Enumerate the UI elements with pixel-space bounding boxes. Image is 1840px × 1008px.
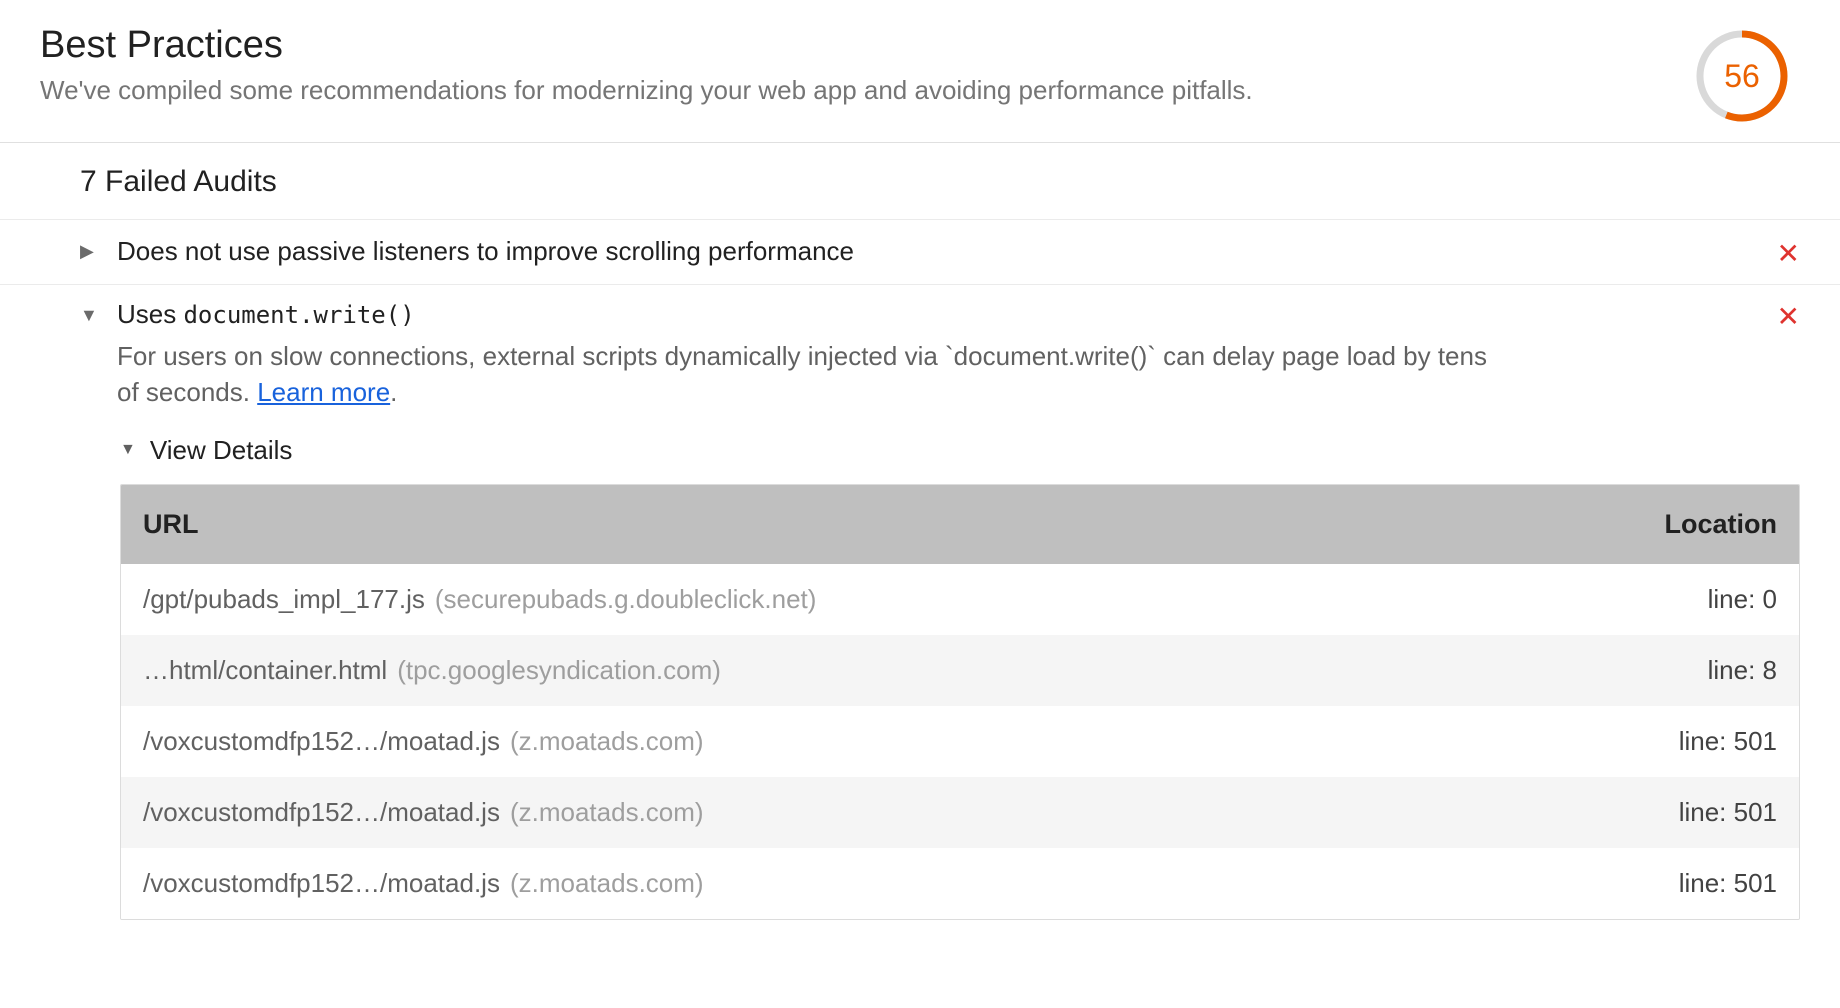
url-domain: (z.moatads.com): [510, 868, 704, 898]
report-header: Best Practices We've compiled some recom…: [0, 0, 1840, 143]
url-domain: (z.moatads.com): [510, 726, 704, 756]
view-details-toggle[interactable]: ▼ View Details: [120, 425, 1800, 484]
audit-description: For users on slow connections, external …: [117, 338, 1497, 411]
url-domain: (z.moatads.com): [510, 797, 704, 827]
learn-more-link[interactable]: Learn more: [257, 377, 390, 407]
fail-icon: ✕: [1777, 236, 1800, 268]
url-domain: (securepubads.g.doubleclick.net): [435, 584, 817, 614]
audit-row[interactable]: ▼ Uses document.write() For users on slo…: [0, 285, 1840, 425]
page-title: Best Practices: [40, 24, 1654, 67]
chevron-down-icon: ▼: [120, 441, 136, 459]
location-value: line: 8: [1557, 655, 1777, 686]
table-row: /gpt/pubads_impl_177.js (securepubads.g.d…: [121, 564, 1799, 635]
audit-row[interactable]: ▶ Does not use passive listeners to impr…: [0, 220, 1840, 284]
fail-icon: ✕: [1777, 299, 1800, 331]
audit-title-code: document.write(): [183, 301, 414, 329]
failed-audits-heading: 7 Failed Audits: [0, 143, 1840, 220]
url-domain: (tpc.googlesyndication.com): [397, 655, 721, 685]
details-table: URL Location /gpt/pubads_impl_177.js (sec…: [120, 484, 1800, 920]
table-row: /voxcustomdfp152…/moatad.js (z.moatads.co…: [121, 777, 1799, 848]
location-value: line: 0: [1557, 584, 1777, 615]
audit-title: Does not use passive listeners to improv…: [117, 236, 1777, 267]
location-value: line: 501: [1557, 726, 1777, 757]
page-subtitle: We've compiled some recommendations for …: [40, 73, 1654, 108]
audit-title: Uses document.write(): [117, 299, 1777, 330]
url-path: /gpt/pubads_impl_177.js: [143, 584, 425, 614]
column-header-location: Location: [1557, 509, 1777, 540]
score-value: 56: [1694, 28, 1790, 124]
audit-title-prefix: Uses: [117, 299, 183, 329]
chevron-right-icon: ▶: [80, 242, 94, 260]
table-row: /voxcustomdfp152…/moatad.js (z.moatads.co…: [121, 706, 1799, 777]
chevron-down-icon: ▼: [80, 306, 98, 324]
score-gauge: 56: [1694, 28, 1790, 124]
location-value: line: 501: [1557, 868, 1777, 899]
table-row: /voxcustomdfp152…/moatad.js (z.moatads.co…: [121, 848, 1799, 919]
view-details-label: View Details: [150, 435, 293, 466]
column-header-url: URL: [143, 509, 1557, 540]
location-value: line: 501: [1557, 797, 1777, 828]
url-path: /voxcustomdfp152…/moatad.js: [143, 726, 500, 756]
audit-item-passive-listeners: ▶ Does not use passive listeners to impr…: [0, 220, 1840, 285]
table-row: …html/container.html (tpc.googlesyndicati…: [121, 635, 1799, 706]
url-path: …html/container.html: [143, 655, 387, 685]
url-path: /voxcustomdfp152…/moatad.js: [143, 797, 500, 827]
audit-item-document-write: ▼ Uses document.write() For users on slo…: [0, 285, 1840, 940]
table-header-row: URL Location: [121, 485, 1799, 564]
url-path: /voxcustomdfp152…/moatad.js: [143, 868, 500, 898]
